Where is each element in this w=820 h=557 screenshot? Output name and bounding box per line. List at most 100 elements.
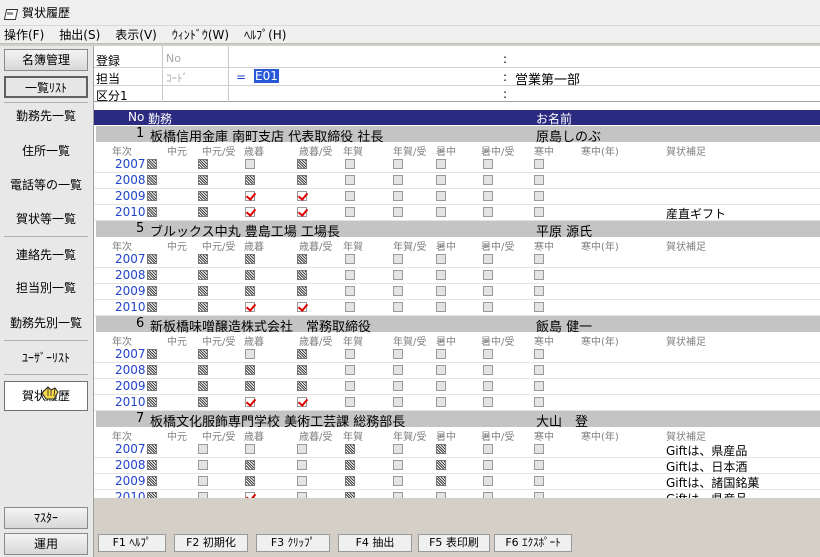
status-checkbox[interactable] (345, 207, 355, 217)
status-checkbox[interactable] (198, 476, 208, 486)
status-checkbox[interactable] (534, 286, 544, 296)
status-checkbox[interactable] (245, 381, 255, 391)
status-checkbox[interactable] (345, 381, 355, 391)
status-checkbox[interactable] (393, 302, 403, 312)
status-checkbox[interactable] (393, 460, 403, 470)
status-checkbox[interactable] (393, 254, 403, 264)
status-checkbox[interactable] (198, 397, 208, 407)
sidebar-item-jusho[interactable]: 住所一覧 (4, 141, 88, 161)
status-checkbox[interactable] (147, 175, 157, 185)
sidebar-item-gajo[interactable]: 賀状等一覧 (4, 209, 88, 229)
year-row[interactable]: 2008 (94, 268, 820, 284)
status-checkbox[interactable] (436, 286, 446, 296)
year-row[interactable]: 2007 (94, 252, 820, 268)
status-checkbox[interactable] (147, 191, 157, 201)
year-row[interactable]: 2010 産直ギフト (94, 205, 820, 221)
status-checkbox[interactable] (345, 254, 355, 264)
status-checkbox[interactable] (393, 175, 403, 185)
status-checkbox[interactable] (345, 460, 355, 470)
status-checkbox[interactable] (393, 270, 403, 280)
menu-operation[interactable]: 操作(F) (4, 26, 44, 43)
year-row[interactable]: 2008 Giftは、日本酒 (94, 458, 820, 474)
sidebar-item-user-list[interactable]: ﾕｰｻﾞｰﾘｽﾄ (4, 348, 88, 368)
status-checkbox[interactable] (245, 254, 255, 264)
status-checkbox[interactable] (245, 175, 255, 185)
status-checkbox[interactable] (534, 349, 544, 359)
status-checkbox[interactable] (483, 444, 493, 454)
status-checkbox[interactable] (534, 159, 544, 169)
status-checkbox[interactable] (483, 207, 493, 217)
status-checkbox[interactable] (297, 365, 307, 375)
status-checkbox[interactable] (147, 270, 157, 280)
year-row[interactable]: 2009 (94, 189, 820, 205)
status-checkbox[interactable] (534, 476, 544, 486)
status-checkbox[interactable] (534, 191, 544, 201)
status-checkbox[interactable] (245, 191, 255, 201)
menu-extract[interactable]: 抽出(S) (59, 26, 100, 43)
year-row[interactable]: 2007 (94, 347, 820, 363)
status-checkbox[interactable] (393, 381, 403, 391)
status-checkbox[interactable] (297, 349, 307, 359)
sidebar-item-denwa[interactable]: 電話等の一覧 (4, 175, 88, 195)
status-checkbox[interactable] (534, 207, 544, 217)
status-checkbox[interactable] (345, 191, 355, 201)
status-checkbox[interactable] (436, 254, 446, 264)
status-checkbox[interactable] (297, 302, 307, 312)
year-row[interactable]: 2009 (94, 284, 820, 300)
status-checkbox[interactable] (483, 397, 493, 407)
status-checkbox[interactable] (534, 270, 544, 280)
f5-print-button[interactable]: F5 表印刷 (418, 534, 490, 552)
status-checkbox[interactable] (393, 191, 403, 201)
year-row[interactable]: 2010 (94, 300, 820, 316)
status-checkbox[interactable] (245, 460, 255, 470)
status-checkbox[interactable] (483, 175, 493, 185)
status-checkbox[interactable] (483, 191, 493, 201)
status-checkbox[interactable] (393, 286, 403, 296)
status-checkbox[interactable] (483, 302, 493, 312)
status-checkbox[interactable] (483, 254, 493, 264)
status-checkbox[interactable] (198, 460, 208, 470)
status-checkbox[interactable] (436, 159, 446, 169)
status-checkbox[interactable] (483, 286, 493, 296)
status-checkbox[interactable] (147, 207, 157, 217)
status-checkbox[interactable] (147, 365, 157, 375)
status-checkbox[interactable] (198, 302, 208, 312)
status-checkbox[interactable] (147, 460, 157, 470)
status-checkbox[interactable] (147, 381, 157, 391)
status-checkbox[interactable] (147, 444, 157, 454)
status-checkbox[interactable] (483, 270, 493, 280)
status-checkbox[interactable] (345, 159, 355, 169)
status-checkbox[interactable] (345, 270, 355, 280)
status-checkbox[interactable] (245, 444, 255, 454)
status-checkbox[interactable] (297, 159, 307, 169)
status-checkbox[interactable] (345, 476, 355, 486)
sidebar-item-master[interactable]: ﾏｽﾀｰ (4, 507, 88, 529)
status-checkbox[interactable] (245, 302, 255, 312)
status-checkbox[interactable] (198, 381, 208, 391)
menu-view[interactable]: 表示(V) (115, 26, 157, 43)
status-checkbox[interactable] (297, 254, 307, 264)
status-checkbox[interactable] (436, 302, 446, 312)
status-checkbox[interactable] (436, 270, 446, 280)
status-checkbox[interactable] (245, 349, 255, 359)
status-checkbox[interactable] (297, 397, 307, 407)
status-checkbox[interactable] (297, 270, 307, 280)
status-checkbox[interactable] (534, 381, 544, 391)
status-checkbox[interactable] (245, 476, 255, 486)
status-checkbox[interactable] (393, 365, 403, 375)
status-checkbox[interactable] (147, 476, 157, 486)
status-checkbox[interactable] (436, 444, 446, 454)
year-row[interactable]: 2010 (94, 395, 820, 411)
sidebar-item-tanto[interactable]: 担当別一覧 (4, 278, 88, 298)
year-row[interactable]: 2009 Giftは、諸国銘菓 (94, 474, 820, 490)
year-row[interactable]: 2008 (94, 363, 820, 379)
status-checkbox[interactable] (436, 349, 446, 359)
f6-export-button[interactable]: F6 ｴｸｽﾎﾟｰﾄ (494, 534, 572, 552)
status-checkbox[interactable] (436, 207, 446, 217)
status-checkbox[interactable] (436, 365, 446, 375)
status-checkbox[interactable] (534, 254, 544, 264)
status-checkbox[interactable] (483, 476, 493, 486)
menu-help[interactable]: ﾍﾙﾌﾟ(H) (244, 26, 286, 43)
status-checkbox[interactable] (345, 349, 355, 359)
status-checkbox[interactable] (198, 286, 208, 296)
